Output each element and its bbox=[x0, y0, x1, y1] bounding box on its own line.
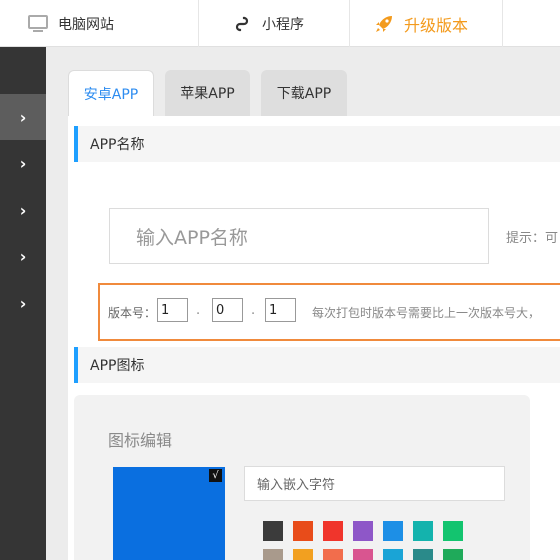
nav-miniprogram[interactable]: 小程序 bbox=[234, 0, 304, 47]
tab-download-app-label: 下载APP bbox=[276, 86, 332, 102]
main-content: 安卓APP 苹果APP 下载APP APP名称 输入APP名称 提示：可 版本号… bbox=[46, 47, 560, 560]
top-divider bbox=[198, 0, 199, 47]
tab-android-app-label: 安卓APP bbox=[83, 86, 139, 103]
nav-desktop-site-label: 电脑网站 bbox=[58, 16, 114, 33]
tab-android-app[interactable]: 安卓APP bbox=[68, 70, 154, 116]
sidebar-item-5[interactable]: › bbox=[0, 280, 46, 326]
version-label: 版本号： bbox=[108, 306, 157, 320]
color-swatch[interactable] bbox=[293, 549, 313, 560]
check-icon[interactable]: √ bbox=[209, 469, 222, 482]
section-app-name: APP名称 bbox=[74, 126, 560, 162]
tab-ios-app-label: 苹果APP bbox=[180, 86, 235, 102]
rocket-icon bbox=[374, 14, 394, 34]
color-swatch[interactable] bbox=[293, 521, 313, 541]
sidebar: › › › › › bbox=[0, 47, 46, 560]
version-separator: . bbox=[196, 303, 201, 318]
monitor-icon bbox=[28, 14, 48, 33]
chevron-right-icon: › bbox=[19, 293, 27, 313]
nav-miniprogram-label: 小程序 bbox=[262, 16, 304, 33]
color-swatch[interactable] bbox=[383, 549, 403, 560]
chevron-right-icon: › bbox=[19, 107, 27, 127]
color-swatch[interactable] bbox=[383, 521, 403, 541]
version-patch-input[interactable]: 1 bbox=[265, 298, 296, 322]
section-app-icon-title: APP图标 bbox=[90, 358, 145, 374]
top-divider bbox=[502, 0, 503, 47]
nav-desktop-site[interactable]: 电脑网站 bbox=[28, 0, 114, 47]
sidebar-item-3[interactable]: › bbox=[0, 187, 46, 233]
version-note: 每次打包时版本号需要比上一次版本号大， bbox=[312, 306, 541, 320]
version-separator: . bbox=[251, 303, 256, 318]
version-major-input[interactable]: 1 bbox=[157, 298, 188, 322]
nav-upgrade-label: 升级版本 bbox=[404, 15, 469, 35]
tab-panel: APP名称 输入APP名称 提示：可 版本号： 1 . 0 . 1 每次打包时版… bbox=[68, 116, 560, 560]
version-minor-input[interactable]: 0 bbox=[212, 298, 243, 322]
app-name-hint: 提示：可 bbox=[506, 231, 559, 246]
icon-preview[interactable]: √ bbox=[113, 467, 225, 560]
chevron-right-icon: › bbox=[19, 153, 27, 173]
sidebar-item-4[interactable]: › bbox=[0, 233, 46, 279]
tab-download-app[interactable]: 下载APP bbox=[261, 70, 347, 116]
color-swatch[interactable] bbox=[323, 521, 343, 541]
color-swatch[interactable] bbox=[263, 521, 283, 541]
color-swatch[interactable] bbox=[263, 549, 283, 560]
embed-char-placeholder: 输入嵌入字符 bbox=[257, 478, 336, 493]
section-app-name-title: APP名称 bbox=[90, 137, 145, 153]
version-row: 版本号： 1 . 0 . 1 每次打包时版本号需要比上一次版本号大， bbox=[98, 283, 560, 341]
color-swatch[interactable] bbox=[323, 549, 343, 560]
sidebar-item-2[interactable]: › bbox=[0, 140, 46, 186]
top-navbar: 电脑网站 小程序 升级版本 bbox=[0, 0, 560, 47]
color-swatch[interactable] bbox=[443, 549, 463, 560]
top-divider bbox=[349, 0, 350, 47]
app-name-placeholder: 输入APP名称 bbox=[136, 226, 248, 249]
color-swatch[interactable] bbox=[443, 521, 463, 541]
miniprogram-icon bbox=[234, 15, 252, 33]
icon-editor-title: 图标编辑 bbox=[108, 431, 173, 450]
sidebar-item-1[interactable]: › bbox=[0, 94, 46, 140]
tab-ios-app[interactable]: 苹果APP bbox=[165, 70, 250, 116]
chevron-right-icon: › bbox=[19, 246, 27, 266]
section-app-icon: APP图标 bbox=[74, 347, 560, 383]
embed-char-input[interactable]: 输入嵌入字符 bbox=[244, 466, 505, 501]
color-swatch[interactable] bbox=[353, 521, 373, 541]
color-swatch[interactable] bbox=[353, 549, 373, 560]
color-swatch[interactable] bbox=[413, 521, 433, 541]
color-swatch[interactable] bbox=[413, 549, 433, 560]
nav-upgrade[interactable]: 升级版本 bbox=[374, 0, 468, 47]
app-name-input[interactable]: 输入APP名称 bbox=[109, 208, 489, 264]
chevron-right-icon: › bbox=[19, 200, 27, 220]
icon-editor-card: 图标编辑 √ 输入嵌入字符 bbox=[74, 395, 530, 560]
